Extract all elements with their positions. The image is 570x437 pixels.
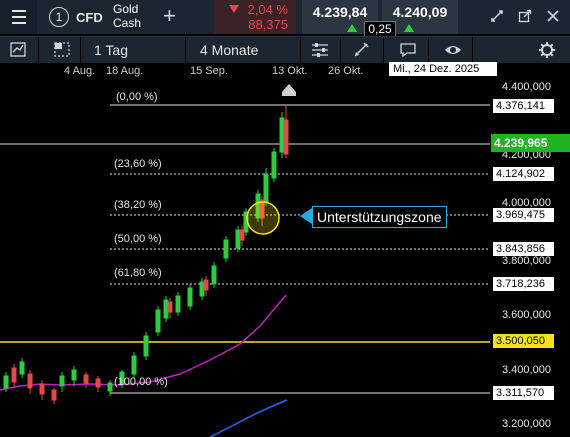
price-chart[interactable]: [0, 79, 570, 437]
price-axis-tick: 4.400,000: [502, 81, 551, 93]
asset-name-line1: Gold: [113, 2, 139, 16]
date-label: 4 Aug.: [64, 65, 96, 77]
change-percent: 2,04 %: [247, 2, 288, 17]
instrument-number-badge[interactable]: 1: [49, 7, 69, 27]
fib-level-label: (50,00 %): [114, 233, 162, 245]
crosshair-date-label: Mi., 24 Dez. 2025: [389, 62, 497, 76]
current-price-tag: 4.239,965: [491, 134, 570, 152]
instrument-type: CFD: [76, 10, 103, 25]
instrument-header: 1 CFD Gold Cash + 2,04 % 88,375 4.239,84…: [0, 0, 570, 38]
fib-price-tag: 3.718,236: [493, 277, 554, 291]
price-axis-tick: 3.800,000: [502, 255, 551, 267]
range-selector[interactable]: 4 Monate: [200, 42, 258, 58]
bid-price: 4.239,84: [312, 4, 368, 20]
fib-level-label: (38,20 %): [114, 199, 162, 211]
comment-icon[interactable]: [398, 41, 418, 59]
layout-grid-icon[interactable]: [52, 41, 72, 59]
asset-name[interactable]: Gold Cash: [113, 2, 141, 30]
up-triangle-icon: [347, 24, 357, 32]
fib-price-tag: 4.376,141: [493, 99, 554, 113]
date-label: 26 Okt.: [328, 65, 364, 77]
change-absolute: 88,375: [248, 17, 288, 32]
fib-price-tag: 3.843,856: [493, 242, 554, 256]
menu-button[interactable]: [0, 0, 37, 34]
date-label: 18 Aug.: [106, 65, 144, 77]
price-axis-tick: 3.200,000: [502, 418, 551, 430]
date-label: 15 Sep.: [190, 65, 228, 77]
popout-icon[interactable]: [518, 9, 532, 23]
indicators-sliders-icon[interactable]: [310, 41, 330, 59]
hamburger-icon: [11, 10, 26, 12]
callout-arrow-icon: [300, 208, 312, 224]
price-axis-tick: 3.400,000: [502, 364, 551, 376]
change-box: 2,04 % 88,375: [214, 0, 296, 34]
up-triangle-icon: [404, 24, 414, 32]
fib-price-tag: 3.311,570: [493, 386, 554, 400]
candles: [3, 106, 289, 404]
drawing-tools-icon[interactable]: [352, 41, 372, 59]
chart-type-icon[interactable]: [8, 41, 28, 59]
fib-price-tag: 3.969,475: [493, 208, 554, 222]
horizontal-line-price-tag[interactable]: 3.500,050: [493, 334, 554, 348]
chart-toolbar: 1 Tag 4 Monate: [0, 36, 570, 64]
fib-level-label: (0,00 %): [116, 91, 158, 103]
minimize-to-window-icon[interactable]: [490, 9, 504, 23]
add-instrument-button[interactable]: +: [163, 3, 176, 29]
fib-level-label: (23,60 %): [114, 158, 162, 170]
ask-price: 4.240,09: [392, 4, 448, 20]
asset-name-line2: Cash: [113, 16, 142, 30]
settings-gear-icon[interactable]: [537, 41, 557, 59]
interval-selector[interactable]: 1 Tag: [94, 42, 128, 58]
fib-price-tag: 4.124,902: [493, 167, 554, 181]
price-axis-tick: 3.600,000: [502, 309, 551, 321]
date-label: 13 Okt.: [272, 65, 308, 77]
eye-icon[interactable]: [443, 41, 463, 59]
fib-level-label: (61,80 %): [114, 267, 162, 279]
down-triangle-icon: [229, 5, 239, 13]
support-zone-annotation[interactable]: Unterstützungszone: [312, 206, 447, 228]
fib-level-label: (100,00 %): [114, 376, 168, 388]
close-icon[interactable]: [546, 9, 560, 23]
